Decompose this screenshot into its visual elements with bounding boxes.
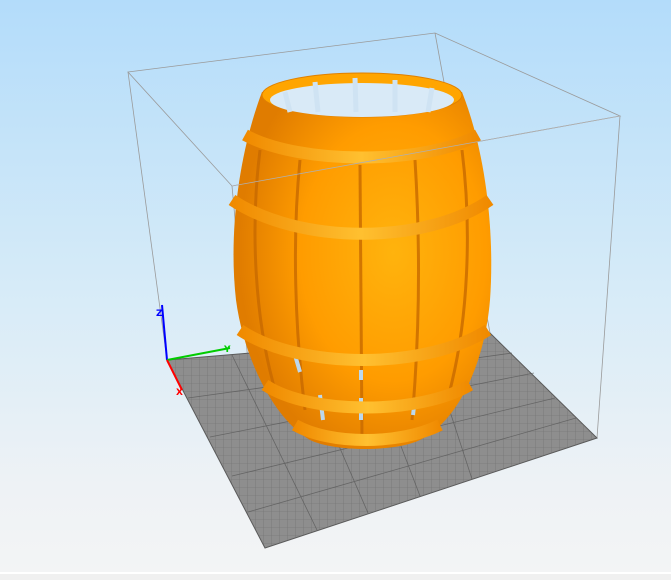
y-axis-label: Y: [223, 345, 231, 355]
3d-viewport[interactable]: Z Y X: [0, 0, 671, 572]
x-axis-label: X: [176, 388, 183, 398]
z-axis-label: Z: [156, 309, 163, 319]
barrel-model[interactable]: [228, 72, 494, 449]
